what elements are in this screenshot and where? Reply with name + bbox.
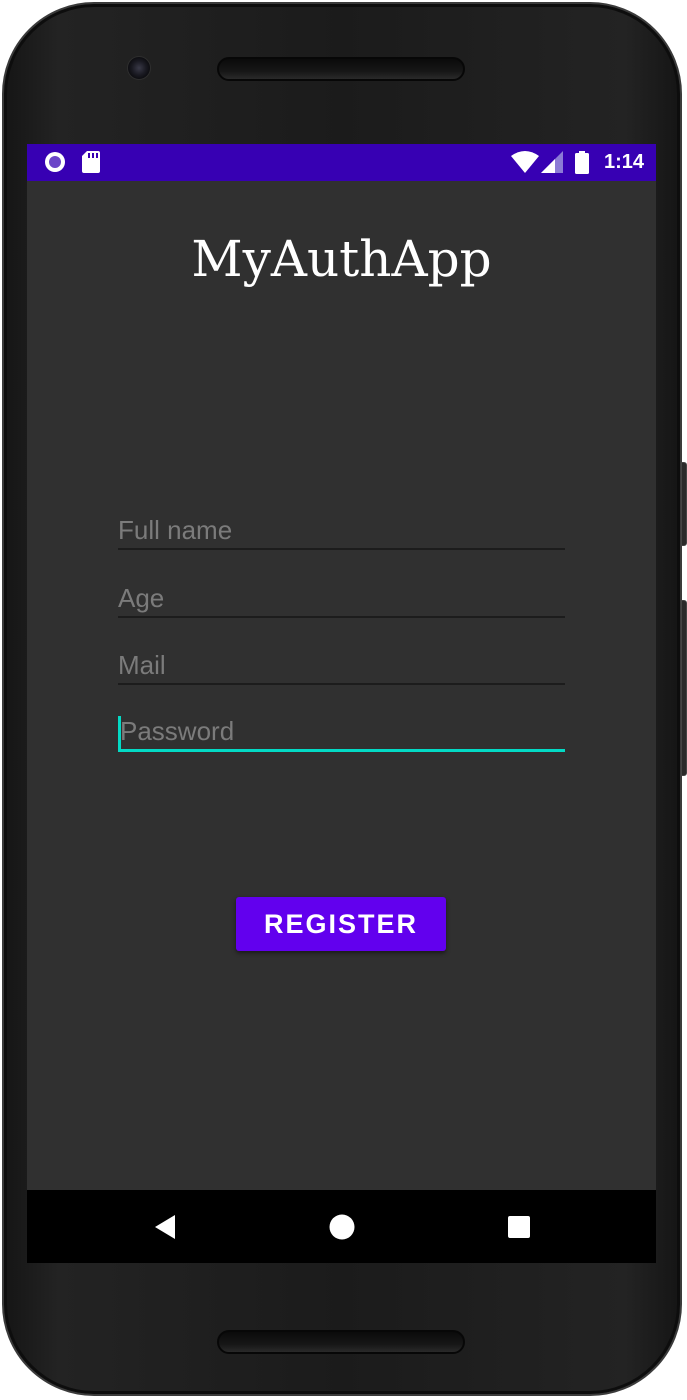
power-button: [681, 462, 687, 546]
earpiece-speaker: [217, 57, 465, 81]
notification-dot-icon: [44, 151, 66, 178]
mail-input[interactable]: [118, 647, 565, 685]
bottom-speaker: [217, 1330, 465, 1354]
age-input[interactable]: [118, 580, 565, 618]
navigation-bar: [27, 1190, 656, 1263]
register-button[interactable]: REGISTER: [236, 897, 446, 951]
text-cursor: [118, 716, 121, 750]
app-title: MyAuthApp: [191, 230, 492, 288]
recents-icon[interactable]: [505, 1213, 533, 1241]
back-icon[interactable]: [151, 1213, 179, 1241]
status-time: 1:14: [603, 151, 644, 173]
password-input[interactable]: [118, 714, 565, 752]
mail-field[interactable]: [118, 647, 565, 687]
wifi-icon: [511, 151, 539, 178]
sd-card-icon: [82, 151, 100, 178]
volume-button: [681, 600, 687, 776]
front-camera: [127, 56, 151, 80]
age-field[interactable]: [118, 580, 565, 620]
cellular-signal-icon: [541, 151, 565, 178]
full-name-input[interactable]: [118, 512, 565, 550]
battery-icon: [575, 151, 589, 179]
status-bar: 1:14: [27, 144, 656, 181]
home-icon[interactable]: [328, 1213, 356, 1241]
app-screen: 1:14 MyAuthApp REGISTER: [27, 144, 656, 1263]
password-field[interactable]: [118, 714, 565, 754]
full-name-field[interactable]: [118, 512, 565, 552]
